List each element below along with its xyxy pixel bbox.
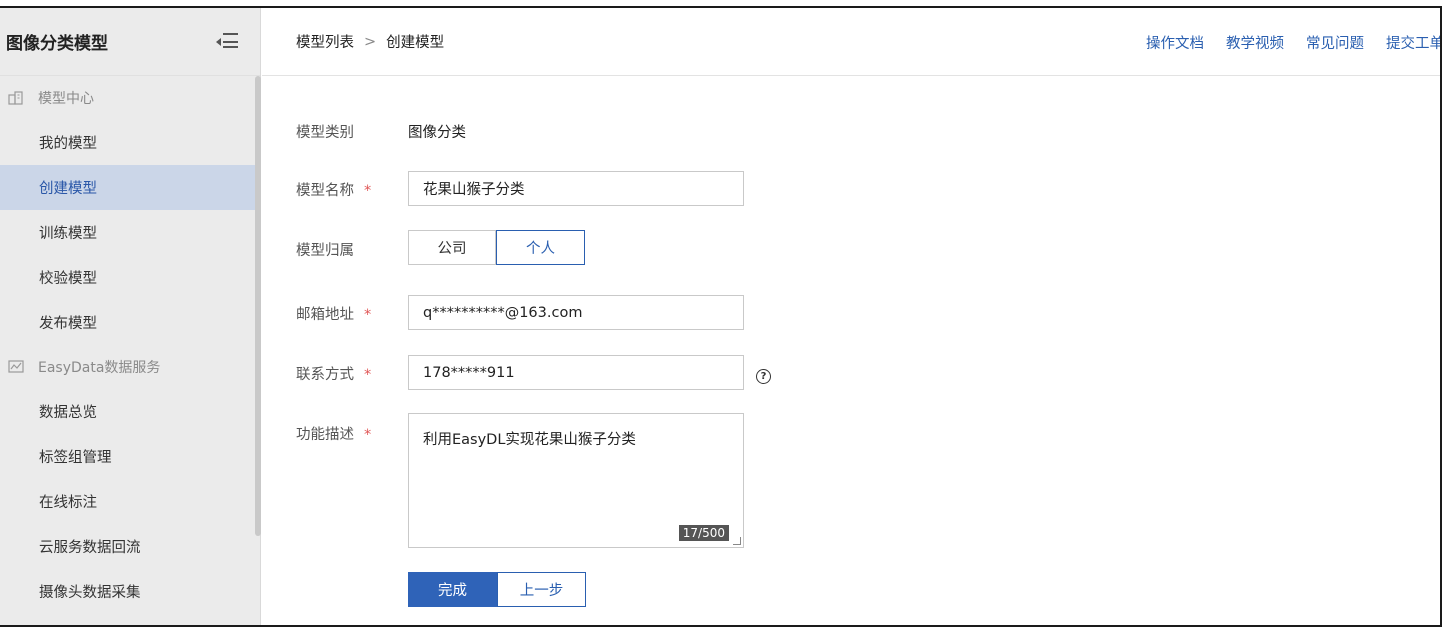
description-label: 功能描述 * [296,423,371,444]
sidebar-item-label: 训练模型 [39,226,97,242]
top-bar: 模型列表 > 创建模型 操作文档 教学视频 常见问题 提交工单 [262,8,1440,76]
owner-label: 模型归属 [296,243,354,259]
breadcrumb: 模型列表 > 创建模型 [296,31,444,52]
building-icon [8,91,24,105]
email-label-text: 邮箱地址 [296,307,354,323]
sidebar-item-camera-data[interactable]: 摄像头数据采集 [0,569,260,614]
sidebar-item-label: 发布模型 [39,316,97,332]
sidebar-item-label: 校验模型 [39,271,97,287]
required-mark: * [364,367,372,383]
sidebar-group-label: EasyData数据服务 [38,360,161,376]
link-docs[interactable]: 操作文档 [1146,32,1204,53]
model-name-value: 花果山猴子分类 [423,182,525,198]
description-label-text: 功能描述 [296,427,354,443]
sidebar-group-easydata[interactable]: EasyData数据服务 [0,345,260,389]
sidebar-item-online-annotation[interactable]: 在线标注 [0,479,260,524]
email-label: 邮箱地址 * [296,303,371,324]
collapse-menu-icon[interactable] [214,32,238,51]
app-window: 图像分类模型 模型中心 我的模型 创建模型 训练模型 校验模型 发布模型 Eas… [0,6,1442,627]
phone-field[interactable]: 178*****911 [408,355,744,390]
sidebar-item-label: 云服务数据回流 [39,540,141,556]
sidebar-item-create-model[interactable]: 创建模型 [0,165,260,210]
sidebar-item-label: 在线标注 [39,495,97,511]
name-label-text: 模型名称 [296,183,354,199]
phone-label: 联系方式 * [296,363,371,384]
sidebar: 图像分类模型 模型中心 我的模型 创建模型 训练模型 校验模型 发布模型 Eas… [0,8,261,625]
sidebar-item-data-overview[interactable]: 数据总览 [0,389,260,434]
sidebar-item-label: 数据总览 [39,405,97,421]
owner-toggle: 公司 个人 [408,230,585,265]
previous-step-button[interactable]: 上一步 [497,572,586,607]
sidebar-item-label: 摄像头数据采集 [39,585,141,601]
sidebar-group-model-center[interactable]: 模型中心 [0,76,260,120]
header-links: 操作文档 教学视频 常见问题 提交工单 [1124,32,1440,53]
char-counter: 17/500 [678,525,729,541]
owner-option-personal[interactable]: 个人 [496,230,585,265]
required-mark: * [364,183,372,199]
breadcrumb-create-model: 创建模型 [386,35,445,51]
category-label: 模型类别 [296,125,354,141]
finish-button[interactable]: 完成 [408,572,497,607]
sidebar-title: 图像分类模型 [6,34,108,54]
link-tutorial-videos[interactable]: 教学视频 [1226,32,1284,53]
link-faq[interactable]: 常见问题 [1306,32,1364,53]
model-name-input[interactable]: 花果山猴子分类 [408,171,744,206]
sidebar-item-cloud-data-return[interactable]: 云服务数据回流 [0,524,260,569]
sidebar-item-train-model[interactable]: 训练模型 [0,210,260,255]
email-field[interactable]: q**********@163.com [408,295,744,330]
sidebar-item-label: 创建模型 [39,181,97,197]
phone-value: 178*****911 [423,364,515,381]
sidebar-item-label: 我的模型 [39,136,97,152]
help-icon[interactable]: ? [756,369,771,384]
breadcrumb-model-list[interactable]: 模型列表 [296,31,354,52]
sidebar-item-publish-model[interactable]: 发布模型 [0,300,260,345]
link-submit-ticket[interactable]: 提交工单 [1386,32,1440,53]
sidebar-item-label-groups[interactable]: 标签组管理 [0,434,260,479]
description-value: 利用EasyDL实现花果山猴子分类 [423,432,636,448]
sidebar-header: 图像分类模型 [0,8,260,76]
sidebar-scrollbar[interactable] [255,76,261,536]
sidebar-item-my-models[interactable]: 我的模型 [0,120,260,165]
description-textarea[interactable]: 利用EasyDL实现花果山猴子分类 17/500 [408,413,744,548]
resize-handle-icon[interactable] [733,537,741,545]
required-mark: * [364,427,372,443]
breadcrumb-separator: > [364,33,377,50]
category-value: 图像分类 [408,125,466,141]
sidebar-item-validate-model[interactable]: 校验模型 [0,255,260,300]
phone-label-text: 联系方式 [296,367,354,383]
name-label: 模型名称 * [296,179,371,200]
sidebar-item-label: 标签组管理 [39,450,112,466]
owner-option-company[interactable]: 公司 [408,230,496,265]
sidebar-group-label: 模型中心 [38,91,94,107]
chart-icon [8,360,24,374]
email-value: q**********@163.com [423,304,583,321]
required-mark: * [364,307,372,323]
